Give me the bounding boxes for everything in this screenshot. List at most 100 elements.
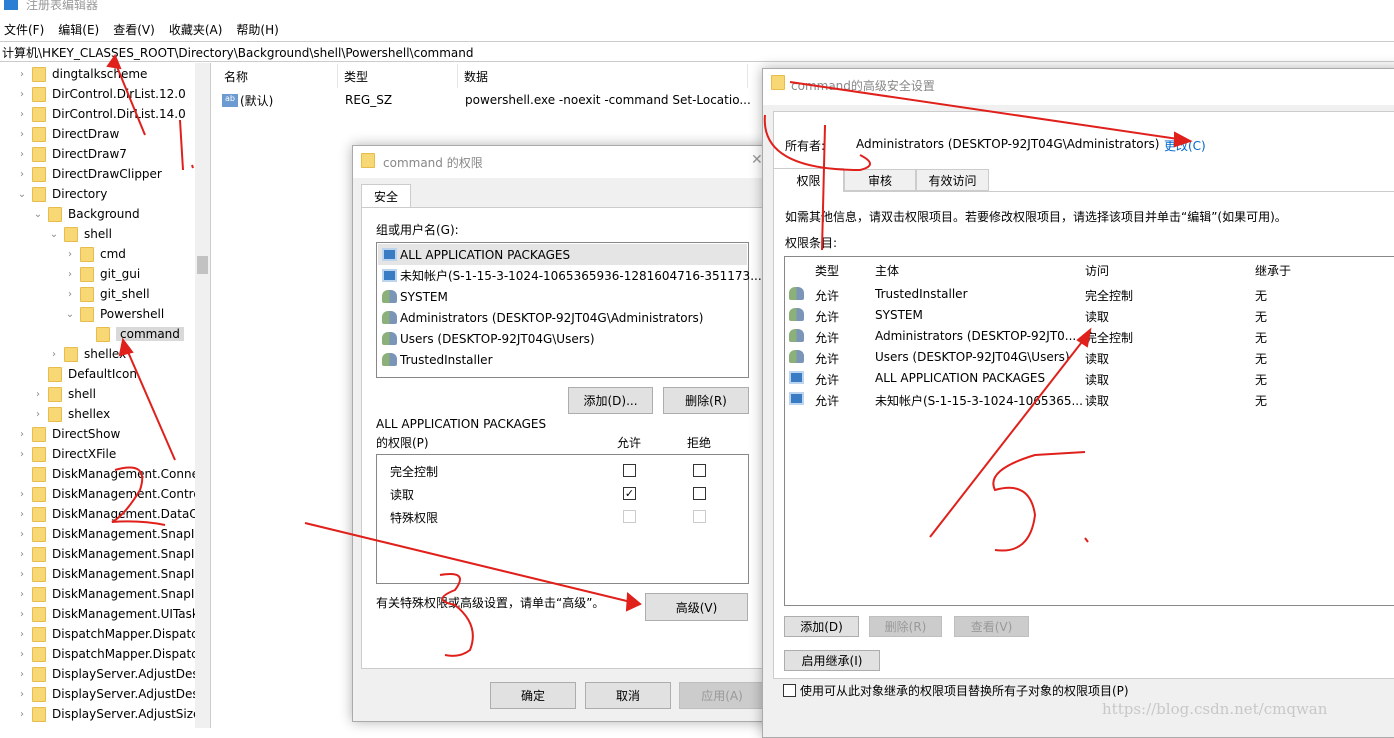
- tree-node[interactable]: › DiskManagement.SnapIr: [16, 564, 199, 584]
- column-type[interactable]: 类型: [338, 64, 458, 88]
- apply-button[interactable]: 应用(A): [679, 682, 765, 709]
- chevron-down-icon[interactable]: ⌄: [48, 229, 60, 240]
- tree-node[interactable]: › DiskManagement.DataO: [16, 504, 199, 524]
- chevron-right-icon[interactable]: ›: [32, 389, 44, 400]
- remove-entry-button[interactable]: 删除(R): [869, 616, 942, 637]
- tree-node[interactable]: › DiskManagement.Contro: [16, 484, 201, 504]
- chevron-right-icon[interactable]: ›: [16, 509, 28, 520]
- chevron-right-icon[interactable]: ›: [64, 249, 76, 260]
- view-entry-button[interactable]: 查看(V): [954, 616, 1029, 637]
- tab-auditing[interactable]: 审核: [844, 169, 916, 191]
- tree-node[interactable]: › DirControl.DirList.12.0: [16, 84, 186, 104]
- column-name[interactable]: 名称: [218, 64, 338, 88]
- tab-effective-access[interactable]: 有效访问: [916, 169, 989, 191]
- chevron-right-icon[interactable]: ›: [16, 529, 28, 540]
- close-icon[interactable]: ✕: [751, 152, 763, 168]
- tree-scrollbar-thumb[interactable]: [197, 256, 208, 274]
- chevron-right-icon[interactable]: ›: [16, 129, 28, 140]
- add-entry-button[interactable]: 添加(D): [784, 616, 859, 637]
- users-listbox[interactable]: ALL APPLICATION PACKAGES 未知帐户(S-1-15-3-10…: [376, 242, 762, 378]
- chevron-right-icon[interactable]: ›: [16, 629, 28, 640]
- chevron-right-icon[interactable]: ›: [16, 69, 28, 80]
- tree-node[interactable]: › shellex: [32, 404, 110, 424]
- permission-entry-row[interactable]: 允许 ALL APPLICATION PACKAGES 读取 无: [785, 368, 1394, 389]
- chevron-right-icon[interactable]: ›: [16, 449, 28, 460]
- cancel-button[interactable]: 取消: [585, 682, 671, 709]
- tree-node[interactable]: ⌄ Background: [32, 204, 140, 224]
- allow-checkbox[interactable]: [623, 464, 636, 477]
- tree-node[interactable]: command: [80, 324, 184, 344]
- chevron-right-icon[interactable]: ›: [16, 709, 28, 720]
- tree-node[interactable]: › DirectDraw7: [16, 144, 127, 164]
- header-type[interactable]: 类型: [815, 262, 839, 279]
- tree-node[interactable]: › DispatchMapper.Dispatc: [16, 624, 198, 644]
- tree-node[interactable]: › dingtalkscheme: [16, 64, 147, 84]
- menu-item[interactable]: 帮助(H): [236, 21, 278, 38]
- permission-entry-row[interactable]: 允许 TrustedInstaller 完全控制 无: [785, 284, 1394, 305]
- chevron-right-icon[interactable]: ›: [16, 549, 28, 560]
- chevron-right-icon[interactable]: ›: [64, 289, 76, 300]
- menu-item[interactable]: 文件(F): [4, 21, 44, 38]
- chevron-right-icon[interactable]: ›: [16, 489, 28, 500]
- tree-node[interactable]: › DirectXFile: [16, 444, 116, 464]
- chevron-right-icon[interactable]: ›: [16, 109, 28, 120]
- deny-checkbox[interactable]: [693, 464, 706, 477]
- chevron-right-icon[interactable]: ›: [16, 149, 28, 160]
- user-list-item[interactable]: ALL APPLICATION PACKAGES: [378, 244, 747, 265]
- value-row[interactable]: ab (默认) REG_SZ powershell.exe -noexit -c…: [222, 90, 751, 110]
- replace-child-perms-checkbox[interactable]: [783, 684, 796, 697]
- header-principal[interactable]: 主体: [875, 262, 899, 279]
- user-list-item[interactable]: SYSTEM: [382, 286, 448, 307]
- tab-permissions[interactable]: 权限: [773, 168, 844, 192]
- tree-node[interactable]: ⌄ Directory: [16, 184, 107, 204]
- chevron-right-icon[interactable]: ›: [16, 609, 28, 620]
- chevron-down-icon[interactable]: ⌄: [32, 209, 44, 220]
- tree-node[interactable]: › DiskManagement.SnapIr: [16, 584, 199, 604]
- chevron-right-icon[interactable]: ›: [16, 429, 28, 440]
- user-list-item[interactable]: Users (DESKTOP-92JT04G\Users): [382, 328, 595, 349]
- ok-button[interactable]: 确定: [490, 682, 576, 709]
- tree-node[interactable]: › shellex: [48, 344, 126, 364]
- chevron-right-icon[interactable]: ›: [16, 669, 28, 680]
- tree-node[interactable]: › cmd: [64, 244, 126, 264]
- tree-node[interactable]: › DiskManagement.UITask: [16, 604, 199, 624]
- tree-node[interactable]: › DisplayServer.AdjustDesl: [16, 664, 202, 684]
- tree-node[interactable]: › DispatchMapper.Dispatc: [16, 644, 198, 664]
- menu-item[interactable]: 收藏夹(A): [169, 21, 223, 38]
- header-access[interactable]: 访问: [1085, 262, 1109, 279]
- tree-node[interactable]: › git_shell: [64, 284, 150, 304]
- permission-entry-row[interactable]: 允许 Users (DESKTOP-92JT04G\Users) 读取 无: [785, 347, 1394, 368]
- address-bar[interactable]: 计算机\HKEY_CLASSES_ROOT\Directory\Backgrou…: [0, 41, 1394, 62]
- chevron-right-icon[interactable]: ›: [16, 89, 28, 100]
- tab-security[interactable]: 安全: [361, 184, 411, 208]
- chevron-down-icon[interactable]: ⌄: [16, 189, 28, 200]
- chevron-down-icon[interactable]: ⌄: [64, 309, 76, 320]
- permission-entry-row[interactable]: 允许 未知帐户(S-1-15-3-1024-1065365... 读取 无: [785, 389, 1394, 410]
- tree-node[interactable]: › shell: [32, 384, 96, 404]
- tree-node[interactable]: DiskManagement.Conne: [16, 464, 199, 484]
- enable-inheritance-button[interactable]: 启用继承(I): [784, 650, 880, 671]
- tree-node[interactable]: ⌄ Powershell: [64, 304, 164, 324]
- header-inherited-from[interactable]: 继承于: [1255, 262, 1291, 279]
- chevron-right-icon[interactable]: ›: [16, 649, 28, 660]
- column-data[interactable]: 数据: [458, 64, 748, 88]
- chevron-right-icon[interactable]: ›: [48, 349, 60, 360]
- tree-node[interactable]: › DirectDraw: [16, 124, 119, 144]
- menu-item[interactable]: 编辑(E): [58, 21, 99, 38]
- tree-node[interactable]: › DiskManagement.SnapIr: [16, 524, 199, 544]
- advanced-button[interactable]: 高级(V): [645, 593, 748, 621]
- tree-node[interactable]: DefaultIcon: [32, 364, 137, 384]
- chevron-right-icon[interactable]: ›: [16, 169, 28, 180]
- chevron-right-icon[interactable]: ›: [16, 589, 28, 600]
- tree-node[interactable]: › DisplayServer.AdjustSizel: [16, 704, 204, 724]
- chevron-right-icon[interactable]: ›: [16, 569, 28, 580]
- user-list-item[interactable]: TrustedInstaller: [382, 349, 493, 370]
- permission-entry-row[interactable]: 允许 SYSTEM 读取 无: [785, 305, 1394, 326]
- tree-node[interactable]: › DirControl.DirList.14.0: [16, 104, 186, 124]
- tree-node[interactable]: › DirectDrawClipper: [16, 164, 162, 184]
- deny-checkbox[interactable]: [693, 487, 706, 500]
- tree-node[interactable]: › git_gui: [64, 264, 140, 284]
- tree-scrollbar[interactable]: [195, 63, 210, 728]
- change-owner-link[interactable]: 更改(C): [1164, 137, 1206, 154]
- user-list-item[interactable]: Administrators (DESKTOP-92JT04G\Administ…: [382, 307, 704, 328]
